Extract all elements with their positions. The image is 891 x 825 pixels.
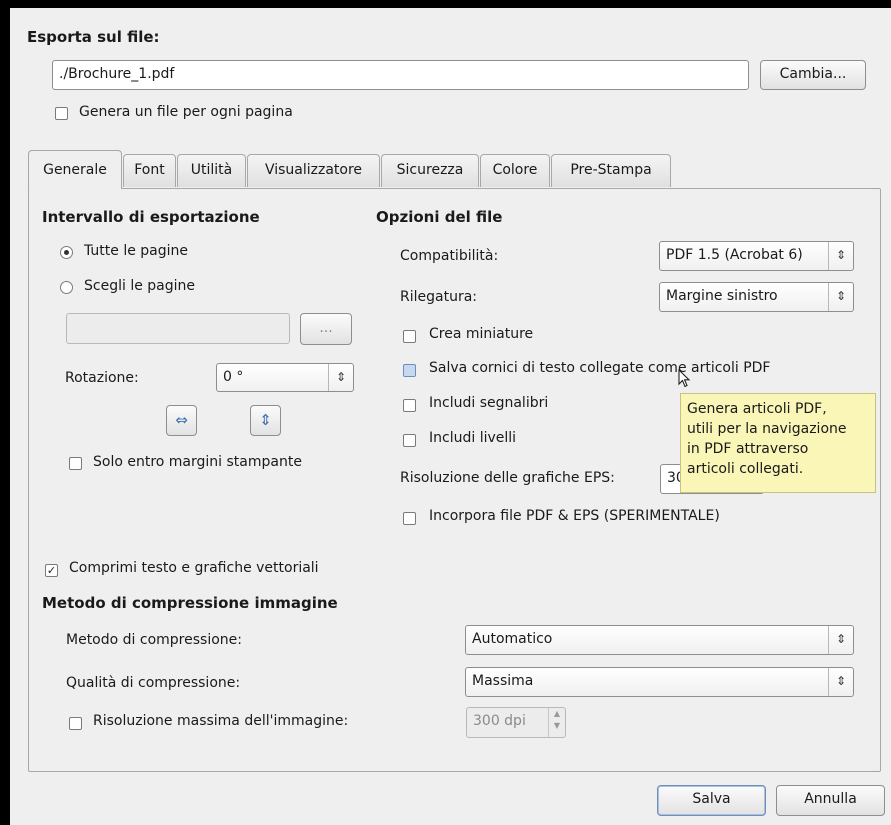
bookmarks-checkbox[interactable] [403, 399, 416, 412]
mouse-pointer-icon [678, 369, 691, 388]
tab-utilita[interactable]: Utilità [177, 154, 246, 187]
one-file-per-page-label: Genera un file per ogni pagina [79, 104, 293, 120]
embed-pdf-eps-checkbox[interactable] [403, 512, 416, 525]
spin-arrows-icon[interactable]: ▲ ▼ [548, 708, 565, 737]
browse-pages-button[interactable]: ... [300, 313, 352, 345]
flip-horizontal-button[interactable]: ⇔ [166, 405, 197, 436]
updown-arrows-icon: ⇕ [828, 626, 853, 654]
export-heading: Esporta sul file: [27, 28, 160, 46]
layers-checkbox[interactable] [403, 434, 416, 447]
compression-method-label: Metodo di compressione: [66, 632, 242, 648]
all-pages-label: Tutte le pagine [84, 243, 189, 259]
change-file-button[interactable]: Cambia... [760, 60, 866, 90]
thumbnails-checkbox[interactable] [403, 330, 416, 343]
max-resolution-input[interactable]: 300 dpi ▲ ▼ [466, 707, 566, 738]
linked-frames-tooltip: Genera articoli PDF, utili per la naviga… [680, 393, 876, 493]
embed-pdf-eps-label: Incorpora file PDF & EPS (SPERIMENTALE) [429, 508, 720, 524]
filepath-input[interactable]: ./Brochure_1.pdf [52, 60, 749, 90]
horizontal-arrows-icon: ⇔ [175, 411, 188, 429]
max-resolution-checkbox[interactable] [69, 717, 82, 730]
all-pages-radio[interactable] [60, 246, 73, 259]
binding-label: Rilegatura: [400, 289, 477, 305]
vertical-arrows-icon: ⇕ [259, 411, 272, 429]
layers-label: Includi livelli [429, 430, 517, 446]
compress-text-label: Comprimi testo e grafiche vettoriali [69, 560, 319, 576]
compression-quality-select[interactable]: Massima ⇕ [465, 667, 854, 697]
updown-arrows-icon: ⇕ [328, 364, 353, 391]
compatibility-label: Compatibilità: [400, 248, 499, 264]
tab-visualizzatore[interactable]: Visualizzatore [247, 154, 380, 187]
one-file-per-page-checkbox[interactable] [55, 107, 68, 120]
tab-font[interactable]: Font [123, 154, 176, 187]
compatibility-select[interactable]: PDF 1.5 (Acrobat 6) ⇕ [659, 241, 854, 271]
compression-quality-label: Qualità di compressione: [66, 675, 241, 691]
eps-resolution-label: Risoluzione delle grafiche EPS: [400, 470, 615, 486]
save-button[interactable]: Salva [657, 785, 766, 816]
within-margins-checkbox[interactable] [69, 457, 82, 470]
linked-frames-label: Salva cornici di testo collegate come ar… [429, 360, 771, 376]
choose-pages-radio[interactable] [60, 281, 73, 294]
tab-sicurezza[interactable]: Sicurezza [381, 154, 479, 187]
bookmarks-label: Includi segnalibri [429, 395, 549, 411]
cancel-button[interactable]: Annulla [776, 785, 885, 816]
binding-select[interactable]: Margine sinistro ⇕ [659, 282, 854, 312]
compression-heading: Metodo di compressione immagine [42, 594, 338, 612]
within-margins-label: Solo entro margini stampante [93, 454, 302, 470]
compression-method-select[interactable]: Automatico ⇕ [465, 625, 854, 655]
linked-frames-checkbox[interactable] [403, 364, 416, 377]
compress-text-checkbox[interactable]: ✓ [45, 564, 58, 577]
updown-arrows-icon: ⇕ [828, 283, 853, 311]
choose-pages-label: Scegli le pagine [84, 278, 195, 294]
thumbnails-label: Crea miniature [429, 326, 534, 342]
rotation-label: Rotazione: [65, 370, 139, 386]
flip-vertical-button[interactable]: ⇕ [250, 405, 281, 436]
tab-colore[interactable]: Colore [480, 154, 550, 187]
file-options-heading: Opzioni del file [376, 208, 503, 226]
max-resolution-label: Risoluzione massima dell'immagine: [93, 713, 349, 729]
tab-generale[interactable]: Generale [28, 150, 122, 189]
updown-arrows-icon: ⇕ [828, 668, 853, 696]
pdf-export-dialog: Esporta sul file: ./Brochure_1.pdf Cambi… [10, 8, 891, 825]
tab-pre-stampa[interactable]: Pre-Stampa [551, 154, 671, 187]
updown-arrows-icon: ⇕ [828, 242, 853, 270]
pages-input[interactable] [66, 313, 290, 344]
rotation-select[interactable]: 0 ° ⇕ [216, 363, 354, 392]
export-range-heading: Intervallo di esportazione [42, 208, 260, 226]
